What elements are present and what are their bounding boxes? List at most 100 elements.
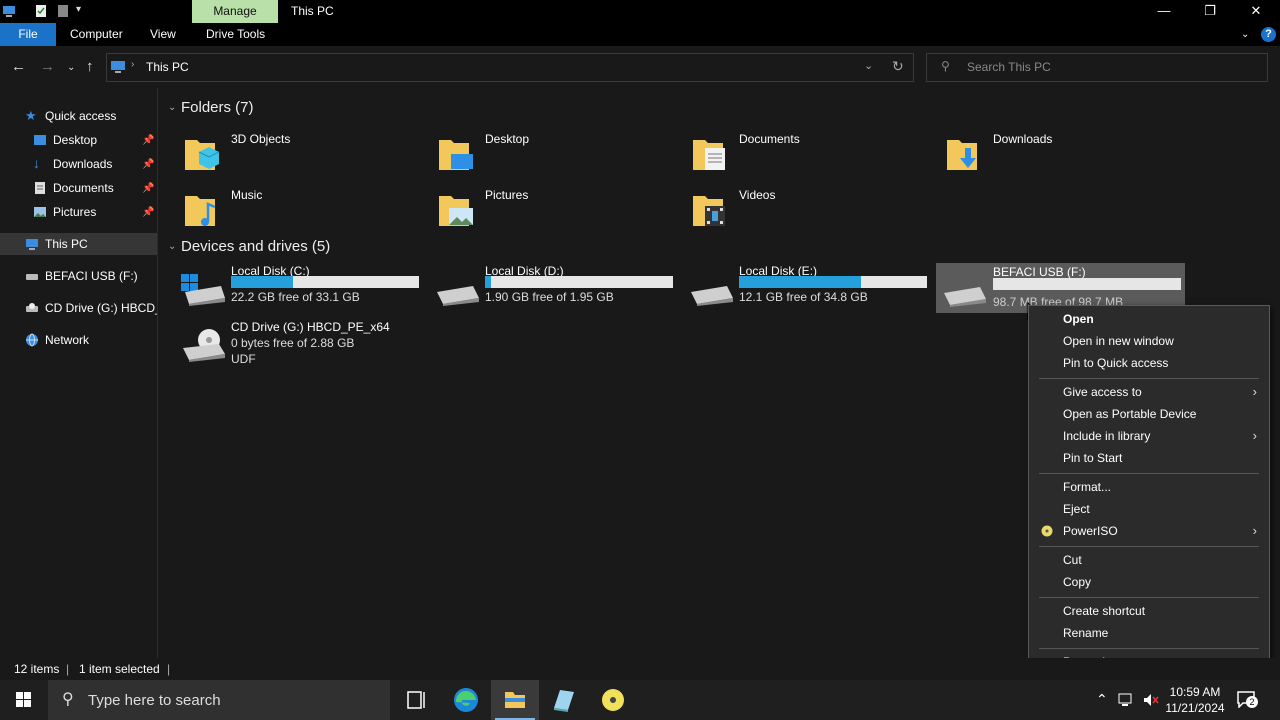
menu-item-rename[interactable]: Rename bbox=[1029, 622, 1269, 644]
close-button[interactable]: ✕ bbox=[1233, 0, 1279, 23]
drives-group-title[interactable]: Devices and drives (5) bbox=[181, 238, 330, 255]
folder-pictures[interactable]: Pictures bbox=[435, 188, 685, 240]
menu-separator bbox=[1039, 597, 1259, 598]
menu-item-pin-quick-access[interactable]: Pin to Quick access bbox=[1029, 352, 1269, 374]
minimize-button[interactable]: — bbox=[1141, 0, 1187, 23]
search-box[interactable]: ⚲ Search This PC bbox=[926, 53, 1268, 82]
menu-item-create-shortcut[interactable]: Create shortcut bbox=[1029, 600, 1269, 622]
action-center-button[interactable]: 2 bbox=[1236, 690, 1260, 710]
search-input[interactable]: Search This PC bbox=[967, 60, 1051, 74]
menu-item-open-new-window[interactable]: Open in new window bbox=[1029, 330, 1269, 352]
collapse-chevron-icon[interactable]: ⌄ bbox=[168, 102, 176, 113]
folder-desktop[interactable]: Desktop bbox=[435, 132, 685, 184]
drive-free-space: 12.1 GB free of 34.8 GB bbox=[739, 290, 868, 304]
network-tray-icon[interactable] bbox=[1118, 692, 1136, 708]
notepad-app-icon[interactable] bbox=[540, 680, 588, 720]
folder-documents[interactable]: Documents bbox=[689, 132, 939, 184]
menu-item-cut[interactable]: Cut bbox=[1029, 549, 1269, 571]
edge-browser-icon[interactable] bbox=[442, 680, 490, 720]
menu-item-include-library[interactable]: Include in library › bbox=[1029, 425, 1269, 447]
sidebar-item-pictures[interactable]: Pictures bbox=[33, 201, 157, 223]
tab-manage[interactable]: Manage bbox=[192, 0, 278, 23]
folder-music[interactable]: Music bbox=[181, 188, 431, 240]
show-hidden-icons-chevron[interactable]: ⌃ bbox=[1096, 691, 1108, 708]
drive-d[interactable]: Local Disk (D:) 1.90 GB free of 1.95 GB bbox=[435, 264, 685, 316]
forward-icon[interactable]: → bbox=[40, 58, 55, 75]
tab-file[interactable]: File bbox=[0, 23, 56, 46]
star-icon: ★ bbox=[25, 108, 37, 123]
sidebar-item-downloads[interactable]: ↓ Downloads bbox=[33, 153, 157, 175]
collapse-chevron-icon[interactable]: ⌄ bbox=[168, 241, 176, 252]
breadcrumb[interactable]: This PC bbox=[146, 60, 189, 74]
taskbar: ⚲ Type here to search ⌃ 10:59 AM 11/21/2… bbox=[0, 680, 1280, 720]
taskbar-search-input[interactable]: Type here to search bbox=[88, 692, 221, 709]
window-title: This PC bbox=[291, 4, 334, 18]
menu-item-open[interactable]: Open bbox=[1029, 308, 1269, 330]
sidebar-item-label: Network bbox=[45, 333, 90, 347]
sidebar-item-network[interactable]: Network bbox=[25, 329, 155, 351]
drive-g-cd[interactable]: CD Drive (G:) HBCD_PE_x64 0 bytes free o… bbox=[181, 320, 431, 370]
sidebar-item-cd-drive[interactable]: CD Drive (G:) HBCD_PE_x64 bbox=[25, 297, 157, 319]
recent-locations-icon[interactable]: ⌄ bbox=[67, 62, 75, 73]
folder-3d-objects[interactable]: 3D Objects bbox=[181, 132, 431, 184]
drive-c[interactable]: Local Disk (C:) 22.2 GB free of 33.1 GB bbox=[181, 264, 431, 316]
sidebar-item-label: Desktop bbox=[53, 133, 98, 147]
sidebar-item-this-pc[interactable]: This PC bbox=[0, 233, 157, 255]
menu-item-open-portable-device[interactable]: Open as Portable Device bbox=[1029, 403, 1269, 425]
sidebar-item-label: Documents bbox=[53, 181, 114, 195]
address-bar[interactable]: › This PC ⌄ ↻ bbox=[106, 53, 914, 82]
system-clock[interactable]: 10:59 AM 11/21/2024 bbox=[1160, 684, 1230, 716]
drive-filesystem: UDF bbox=[231, 352, 256, 366]
tab-drive-tools[interactable]: Drive Tools bbox=[206, 23, 265, 46]
sidebar-item-quick-access[interactable]: ★ Quick access bbox=[25, 105, 155, 127]
sidebar-item-usb[interactable]: BEFACI USB (F:) bbox=[25, 265, 157, 287]
sidebar-item-documents[interactable]: Documents bbox=[33, 177, 157, 199]
customize-toolbar-icon[interactable]: ▾ bbox=[76, 4, 90, 18]
volume-muted-icon[interactable] bbox=[1142, 692, 1160, 708]
drive-e[interactable]: Local Disk (E:) 12.1 GB free of 34.8 GB bbox=[689, 264, 939, 316]
breadcrumb-separator: › bbox=[131, 59, 135, 70]
chevron-down-icon[interactable]: ⌄ bbox=[864, 59, 873, 72]
folder-videos[interactable]: Videos bbox=[689, 188, 939, 240]
documents-folder-icon bbox=[693, 140, 725, 170]
menu-separator bbox=[1039, 648, 1259, 649]
windows-start-icon[interactable] bbox=[0, 680, 48, 720]
tab-computer[interactable]: Computer bbox=[70, 23, 123, 46]
menu-item-copy[interactable]: Copy bbox=[1029, 571, 1269, 593]
folders-group-title[interactable]: Folders (7) bbox=[181, 99, 254, 116]
properties-icon[interactable] bbox=[34, 4, 48, 18]
disc-app-icon[interactable] bbox=[589, 680, 637, 720]
folder-downloads[interactable]: Downloads bbox=[943, 132, 1193, 184]
title-bar: ▾ Manage This PC — ❐ ✕ bbox=[0, 0, 1280, 23]
computer-icon bbox=[26, 239, 38, 250]
task-view-icon[interactable] bbox=[392, 680, 440, 720]
sidebar-item-label: BEFACI USB (F:) bbox=[45, 269, 138, 283]
menu-item-pin-start[interactable]: Pin to Start bbox=[1029, 447, 1269, 469]
status-bar: 12 items | 1 item selected | bbox=[0, 658, 1280, 680]
sidebar-item-label: Quick access bbox=[45, 109, 117, 123]
maximize-button[interactable]: ❐ bbox=[1187, 0, 1233, 23]
drive-free-space: 0 bytes free of 2.88 GB bbox=[231, 336, 355, 350]
back-icon[interactable]: ← bbox=[11, 58, 26, 75]
address-row: ← → ⌄ ↑ › This PC ⌄ ↻ ⚲ Search This PC bbox=[0, 46, 1280, 88]
folder-label: Pictures bbox=[485, 188, 529, 202]
up-icon[interactable]: ↑ bbox=[86, 58, 94, 75]
tab-view[interactable]: View bbox=[150, 23, 176, 46]
menu-item-format[interactable]: Format... bbox=[1029, 476, 1269, 498]
folder-label: 3D Objects bbox=[231, 132, 291, 146]
help-icon[interactable]: ? bbox=[1261, 27, 1276, 42]
refresh-icon[interactable]: ↻ bbox=[892, 58, 904, 75]
desktop-folder-icon bbox=[439, 140, 473, 170]
new-folder-icon[interactable] bbox=[56, 4, 70, 18]
folder-label: Videos bbox=[739, 188, 776, 202]
file-explorer-taskbar-button[interactable] bbox=[491, 680, 539, 720]
sidebar-item-label: This PC bbox=[45, 237, 88, 251]
chevron-down-icon[interactable]: ⌄ bbox=[1241, 23, 1249, 46]
folder-label: Documents bbox=[739, 132, 800, 146]
taskbar-search[interactable]: ⚲ Type here to search bbox=[48, 680, 390, 720]
menu-item-give-access[interactable]: Give access to › bbox=[1029, 381, 1269, 403]
menu-item-eject[interactable]: Eject bbox=[1029, 498, 1269, 520]
pin-icon: 📌 bbox=[142, 207, 155, 218]
sidebar-item-desktop[interactable]: Desktop bbox=[33, 129, 157, 151]
menu-item-poweriso[interactable]: PowerISO › bbox=[1029, 520, 1269, 542]
